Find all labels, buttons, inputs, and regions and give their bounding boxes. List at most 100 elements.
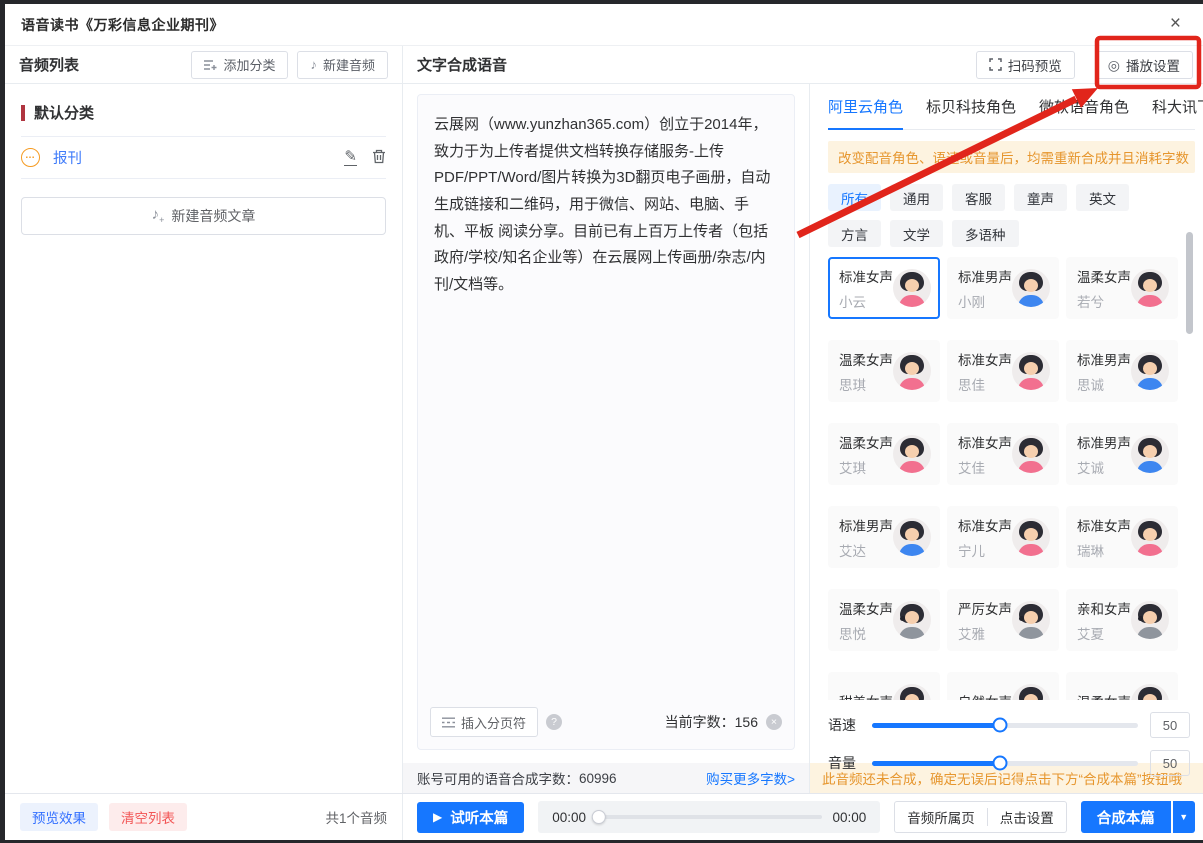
voice-type: 亲和女声	[1077, 598, 1131, 618]
click-set-button[interactable]: 点击设置	[988, 807, 1066, 827]
voice-name: 宁儿	[958, 540, 1012, 560]
voice-provider-tab[interactable]: 微软语音角色	[1039, 96, 1129, 129]
voice-provider-tab[interactable]: 阿里云角色	[828, 96, 903, 130]
voice-type: 自然女声	[958, 691, 1012, 701]
voice-card[interactable]: 标准女声瑞琳	[1066, 506, 1178, 568]
voice-name: 若兮	[1077, 291, 1131, 311]
voice-avatar	[893, 269, 931, 307]
new-audio-label: 新建音频	[323, 55, 375, 74]
voice-card[interactable]: 标准女声思佳	[947, 340, 1059, 402]
ellipsis-circle-icon[interactable]: …	[21, 148, 40, 167]
voice-avatar	[1131, 435, 1169, 473]
buy-more-link[interactable]: 购买更多字数>	[706, 768, 795, 788]
voice-card[interactable]: 温柔女声思琪	[828, 340, 940, 402]
speed-slider[interactable]	[872, 723, 1138, 728]
category-bar	[21, 105, 25, 121]
voice-card[interactable]: 亲和女声艾夏	[1066, 589, 1178, 651]
voice-card[interactable]: 标准女声艾佳	[947, 423, 1059, 485]
new-audio-article-label: 新建音频文章	[171, 206, 255, 226]
synthesize-button[interactable]: 合成本篇	[1081, 801, 1171, 833]
voice-card[interactable]: 温柔女声艾琪	[828, 423, 940, 485]
voice-avatar	[893, 352, 931, 390]
speed-label: 语速	[828, 715, 862, 735]
voice-filters: 所有通用客服童声英文方言文学多语种	[828, 184, 1158, 247]
insert-page-break-button[interactable]: 插入分页符	[430, 707, 538, 737]
voice-avatar	[1131, 352, 1169, 390]
voice-card[interactable]: 甜美女声	[828, 672, 940, 700]
add-category-button[interactable]: 添加分类	[191, 51, 288, 79]
account-quota-row: 账号可用的语音合成字数： 60996 购买更多字数>	[403, 763, 810, 793]
voice-name: 小刚	[958, 291, 1012, 311]
voice-card[interactable]: 温柔女声若兮	[1066, 257, 1178, 319]
tts-textarea[interactable]: 云展网（www.yunzhan365.com）创立于2014年，致力于为上传者提…	[417, 94, 795, 750]
speed-slider-row: 语速 50	[828, 712, 1190, 738]
speed-value-input[interactable]: 50	[1150, 712, 1190, 738]
voice-provider-tab[interactable]: 科大讯飞角色	[1152, 96, 1203, 129]
voice-card[interactable]: 温柔女声	[1066, 672, 1178, 700]
clear-count-icon[interactable]: ×	[766, 714, 782, 730]
tts-title: 文字合成语音	[417, 57, 507, 74]
voice-card[interactable]: 标准男声艾诚	[1066, 423, 1178, 485]
voice-card[interactable]: 严厉女声艾雅	[947, 589, 1059, 651]
voice-filter-chip[interactable]: 通用	[890, 184, 943, 211]
clear-list-button[interactable]: 清空列表	[109, 803, 187, 831]
play-settings-button[interactable]: ◎ 播放设置	[1095, 51, 1193, 79]
new-audio-article-button[interactable]: ♪+ 新建音频文章	[21, 197, 386, 235]
voice-card[interactable]: 标准男声小刚	[947, 257, 1059, 319]
voice-type: 标准男声	[839, 515, 893, 535]
add-category-label: 添加分类	[223, 55, 275, 74]
dialog-title: 语音读书《万彩信息企业期刊》	[21, 15, 224, 35]
player-handle[interactable]	[592, 810, 606, 824]
player-track[interactable]	[596, 815, 822, 819]
audio-player: 00:00 00:00	[538, 801, 880, 833]
voice-avatar	[1012, 684, 1050, 700]
synthesize-dropdown-icon[interactable]: ▼	[1173, 801, 1195, 833]
audio-list-title: 音频列表	[19, 54, 79, 75]
qr-scan-icon	[989, 58, 1002, 71]
speed-slider-handle[interactable]	[992, 718, 1007, 733]
volume-slider[interactable]	[872, 761, 1138, 766]
voice-card[interactable]: 标准女声小云	[828, 257, 940, 319]
voice-filter-chip[interactable]: 英文	[1076, 184, 1129, 211]
char-count-value: 156	[735, 714, 758, 730]
preview-effect-button[interactable]: 预览效果	[20, 803, 98, 831]
help-icon[interactable]: ?	[546, 714, 562, 730]
audio-page-label[interactable]: 音频所属页	[895, 807, 987, 827]
audio-item-label[interactable]: 报刊	[53, 147, 82, 168]
volume-value-input[interactable]: 50	[1150, 750, 1190, 776]
voice-type: 标准男声	[1077, 432, 1131, 452]
new-audio-button[interactable]: ♪ 新建音频	[297, 51, 388, 79]
voice-type: 温柔女声	[839, 349, 893, 369]
close-icon[interactable]: ×	[1170, 14, 1181, 33]
scrollbar-thumb[interactable]	[1186, 232, 1193, 334]
volume-slider-handle[interactable]	[992, 756, 1007, 771]
category-title: 默认分类	[34, 102, 94, 123]
tts-text[interactable]: 云展网（www.yunzhan365.com）创立于2014年，致力于为上传者提…	[418, 95, 794, 316]
edit-icon[interactable]: ✎	[344, 149, 357, 167]
scan-preview-button[interactable]: 扫码预览	[976, 51, 1075, 79]
audio-list-item[interactable]: … 报刊 ✎	[21, 137, 386, 179]
listen-button[interactable]: ▶ 试听本篇	[417, 802, 524, 833]
voice-filter-chip[interactable]: 童声	[1014, 184, 1067, 211]
voice-card[interactable]: 标准男声艾达	[828, 506, 940, 568]
voice-filter-chip[interactable]: 所有	[828, 184, 881, 211]
voice-type: 标准女声	[958, 349, 1012, 369]
voice-card[interactable]: 自然女声	[947, 672, 1059, 700]
play-settings-label: 播放设置	[1126, 55, 1180, 75]
voice-filter-chip[interactable]: 文学	[890, 220, 943, 247]
voice-avatar	[1012, 435, 1050, 473]
voice-name: 艾佳	[958, 457, 1012, 477]
voice-filter-chip[interactable]: 客服	[952, 184, 1005, 211]
voice-card[interactable]: 标准女声宁儿	[947, 506, 1059, 568]
quota-value: 60996	[579, 771, 617, 786]
trash-icon[interactable]	[372, 149, 386, 164]
voice-provider-tab[interactable]: 标贝科技角色	[926, 96, 1016, 129]
voice-filter-chip[interactable]: 方言	[828, 220, 881, 247]
voice-panel: 阿里云角色标贝科技角色微软语音角色科大讯飞角色 改变配音角色、语速或音量后，均需…	[810, 84, 1203, 763]
voice-filter-chip[interactable]: 多语种	[952, 220, 1019, 247]
voice-card[interactable]: 温柔女声思悦	[828, 589, 940, 651]
voice-name: 艾诚	[1077, 457, 1131, 477]
voice-card[interactable]: 标准男声思诚	[1066, 340, 1178, 402]
voice-tabs: 阿里云角色标贝科技角色微软语音角色科大讯飞角色	[828, 96, 1195, 130]
add-category-icon	[204, 59, 217, 71]
